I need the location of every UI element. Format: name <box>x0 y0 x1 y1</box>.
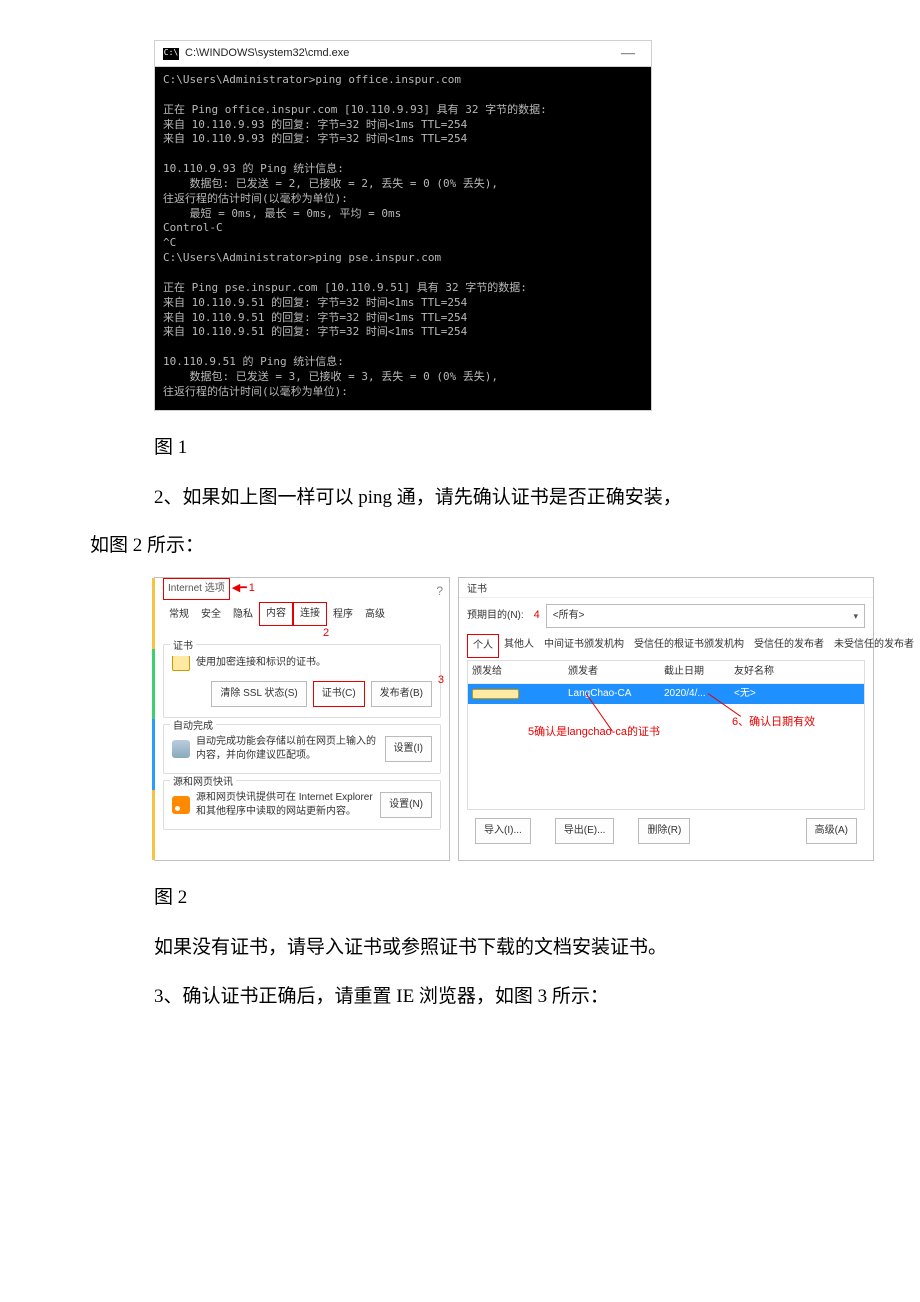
cmd-title-bar: C:\ C:\WINDOWS\system32\cmd.exe — <box>155 41 651 67</box>
ie-group-cert-title: 证书 <box>170 638 196 656</box>
figure-1-caption: 图 1 <box>154 431 830 465</box>
ie-tab-row: 常规 安全 隐私 内容 连接 程序 高级 <box>155 600 449 626</box>
cert-tab-trusted-root[interactable]: 受信任的根证书颁发机构 <box>629 634 749 658</box>
ie-auto-text: 自动完成功能会存储以前在网页上输入的内容，并向你建议匹配项。 <box>196 735 379 763</box>
rss-icon <box>172 796 190 814</box>
cert-tab-row: 个人 其他人 中间证书颁发机构 受信任的根证书颁发机构 受信任的发布者 未受信任… <box>467 634 865 658</box>
figure-2-caption: 图 2 <box>154 881 830 915</box>
cert-columns: 颁发给 颁发者 截止日期 友好名称 <box>468 661 864 684</box>
ie-titlebar: Internet 选项 ◀━ 1 ? <box>155 578 449 600</box>
annotation-2: 2 <box>323 624 329 644</box>
annotation-6: 6、确认日期有效 <box>732 713 815 733</box>
settings-screenshot-row: Internet 选项 ◀━ 1 ? 常规 安全 隐私 内容 连接 程序 高级 … <box>154 577 874 861</box>
minimize-icon[interactable]: — <box>615 47 641 61</box>
paragraph-2-line1: 2、如果如上图一样可以 ping 通，请先确认证书是否正确安装， <box>154 481 830 515</box>
delete-button[interactable]: 删除(R) <box>638 818 690 844</box>
internet-options-dialog: Internet 选项 ◀━ 1 ? 常规 安全 隐私 内容 连接 程序 高级 … <box>154 577 450 861</box>
settings-n-button[interactable]: 设置(N) <box>380 792 432 818</box>
cert-tab-other[interactable]: 其他人 <box>499 634 539 658</box>
import-button[interactable]: 导入(I)... <box>475 818 531 844</box>
ie-tab-general[interactable]: 常规 <box>163 604 195 626</box>
annotation-4: 4 <box>534 606 540 626</box>
side-stripe <box>152 578 155 860</box>
user-icon <box>172 740 190 758</box>
ie-cert-text: 使用加密连接和标识的证书。 <box>196 656 432 670</box>
publishers-button[interactable]: 发布者(B) <box>371 681 432 707</box>
col-issuer: 颁发者 <box>568 663 664 681</box>
advanced-button[interactable]: 高级(A) <box>806 818 857 844</box>
clear-ssl-button[interactable]: 清除 SSL 状态(S) <box>211 681 306 707</box>
ie-tab-advanced[interactable]: 高级 <box>359 604 391 626</box>
cert-issuer: LangChao-CA <box>568 685 664 703</box>
cert-expiry: 2020/4/... <box>664 685 734 703</box>
cert-list: 颁发给 颁发者 截止日期 友好名称 LangChao-CA 2020/4/...… <box>467 660 865 810</box>
annotation-5: 5确认是langchao-ca的证书 <box>528 723 660 743</box>
cert-item-icon <box>472 689 519 699</box>
cert-row-selected[interactable]: LangChao-CA 2020/4/... <无> <box>468 684 864 704</box>
paragraph-3: 3、确认证书正确后，请重置 IE 浏览器，如图 3 所示： <box>154 980 830 1014</box>
ie-tab-content[interactable]: 内容 <box>259 602 293 626</box>
ie-tab-programs[interactable]: 程序 <box>327 604 359 626</box>
cert-purpose-select[interactable]: <所有> ▾ <box>546 604 865 628</box>
certificates-button[interactable]: 证书(C) <box>313 681 365 707</box>
annotation-1: 1 <box>249 579 255 599</box>
ie-group-auto-title: 自动完成 <box>170 718 216 736</box>
col-friendly: 友好名称 <box>734 663 860 681</box>
settings-i-button[interactable]: 设置(I) <box>385 736 432 762</box>
ie-group-autocomplete: 自动完成 自动完成功能会存储以前在网页上输入的内容，并向你建议匹配项。 设置(I… <box>163 724 441 774</box>
annotation-3: 3 <box>438 671 444 691</box>
cmd-output: C:\Users\Administrator>ping office.inspu… <box>155 67 651 410</box>
col-expiry: 截止日期 <box>664 663 734 681</box>
ie-tab-connections[interactable]: 连接 <box>293 602 327 626</box>
cert-purpose-label: 预期目的(N): <box>467 607 524 625</box>
col-issued-to: 颁发给 <box>472 663 568 681</box>
cert-title: 证书 <box>459 578 873 598</box>
cert-friendly: <无> <box>734 685 860 703</box>
chevron-down-icon: ▾ <box>853 608 858 624</box>
ie-group-feed-title: 源和网页快讯 <box>170 774 236 792</box>
ie-tab-privacy[interactable]: 隐私 <box>227 604 259 626</box>
help-icon[interactable]: ? <box>436 581 443 603</box>
cert-purpose-value: <所有> <box>553 607 585 625</box>
cert-tab-personal[interactable]: 个人 <box>467 634 499 658</box>
cmd-window: C:\ C:\WINDOWS\system32\cmd.exe — C:\Use… <box>154 40 652 411</box>
paragraph-2-line2: 如图 2 所示： <box>90 529 830 563</box>
ie-tab-security[interactable]: 安全 <box>195 604 227 626</box>
cert-buttons: 导入(I)... 导出(E)... 删除(R) 高级(A) <box>467 810 865 852</box>
cert-tab-untrusted[interactable]: 未受信任的发布者 <box>829 634 919 658</box>
paragraph-nocert: 如果没有证书，请导入证书或参照证书下载的文档安装证书。 <box>154 931 830 965</box>
cmd-icon: C:\ <box>163 48 179 60</box>
ie-group-feeds: 源和网页快讯 源和网页快讯提供可在 Internet Explorer 和其他程… <box>163 780 441 830</box>
cert-icon <box>172 655 190 671</box>
ie-title-text: Internet 选项 <box>163 578 230 600</box>
arrow-left-icon: ◀━ <box>232 579 247 599</box>
ie-group-cert: 证书 使用加密连接和标识的证书。 3 清除 SSL 状态(S) 证书(C) 发布… <box>163 644 441 718</box>
cert-tab-trusted-pub[interactable]: 受信任的发布者 <box>749 634 829 658</box>
cert-purpose-row: 预期目的(N): 4 <所有> ▾ <box>467 604 865 628</box>
cert-tab-intermediate[interactable]: 中间证书颁发机构 <box>539 634 629 658</box>
ie-feed-text: 源和网页快讯提供可在 Internet Explorer 和其他程序中读取的网站… <box>196 791 374 819</box>
export-button[interactable]: 导出(E)... <box>555 818 615 844</box>
cmd-title: C:\WINDOWS\system32\cmd.exe <box>185 44 643 64</box>
certificates-dialog: 证书 预期目的(N): 4 <所有> ▾ 个人 其他人 中间证书颁发机构 受信任… <box>458 577 874 861</box>
